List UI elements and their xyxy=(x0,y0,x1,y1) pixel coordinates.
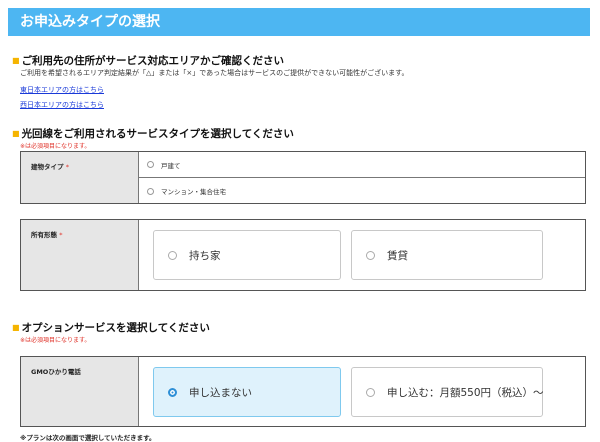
phone-label: GMOひかり電話 xyxy=(21,357,139,426)
radio-icon[interactable] xyxy=(168,250,177,260)
east-japan-link[interactable]: 東日本エリアの方はこちら xyxy=(20,85,104,95)
ownership-option-rented[interactable]: 賃貸 xyxy=(351,230,543,280)
radio-icon[interactable] xyxy=(366,387,375,397)
required-note: ※は必須項目になります。 xyxy=(20,337,91,344)
ownership-table: 所有形態 * 持ち家 賃貸 xyxy=(20,219,586,291)
line-section-title: ■ 光回線をご利用されるサービスタイプを選択してください xyxy=(12,128,294,140)
page-title: お申込みタイプの選択 xyxy=(8,8,590,36)
phone-option-apply[interactable]: 申し込む：月額550円（税込）～ xyxy=(351,367,544,417)
building-type-table: 建物タイプ * 戸建て マンション・集合住宅 xyxy=(20,151,586,204)
phone-option-table: GMOひかり電話 申し込まない 申し込む：月額550円（税込）～ xyxy=(20,356,586,427)
square-bullet-icon: ■ xyxy=(12,56,20,65)
west-japan-link[interactable]: 西日本エリアの方はこちら xyxy=(20,100,104,110)
area-section-title: ■ ご利用先の住所がサービス対応エリアかご確認ください xyxy=(12,55,285,67)
square-bullet-icon: ■ xyxy=(12,129,20,138)
required-note: ※は必須項目になります。 xyxy=(20,143,91,150)
radio-icon[interactable] xyxy=(366,250,375,260)
option-section-title: ■ オプションサービスを選択してください xyxy=(12,322,210,334)
ownership-option-owned[interactable]: 持ち家 xyxy=(153,230,341,280)
building-option-detached[interactable]: 戸建て xyxy=(139,152,585,178)
radio-selected-icon[interactable] xyxy=(168,387,177,397)
radio-icon[interactable] xyxy=(147,161,154,168)
building-option-apartment[interactable]: マンション・集合住宅 xyxy=(139,178,585,204)
phone-option-decline[interactable]: 申し込まない xyxy=(153,367,341,417)
footer-note: ※プランは次の画面で選択していただきます。 xyxy=(20,434,156,442)
building-type-label: 建物タイプ * xyxy=(21,152,139,203)
radio-icon[interactable] xyxy=(147,187,154,195)
square-bullet-icon: ■ xyxy=(12,323,20,332)
ownership-label: 所有形態 * xyxy=(21,220,139,290)
area-note: ご利用を希望されるエリア判定結果が「△」または「×」であった場合はサービスのご提… xyxy=(20,69,409,77)
